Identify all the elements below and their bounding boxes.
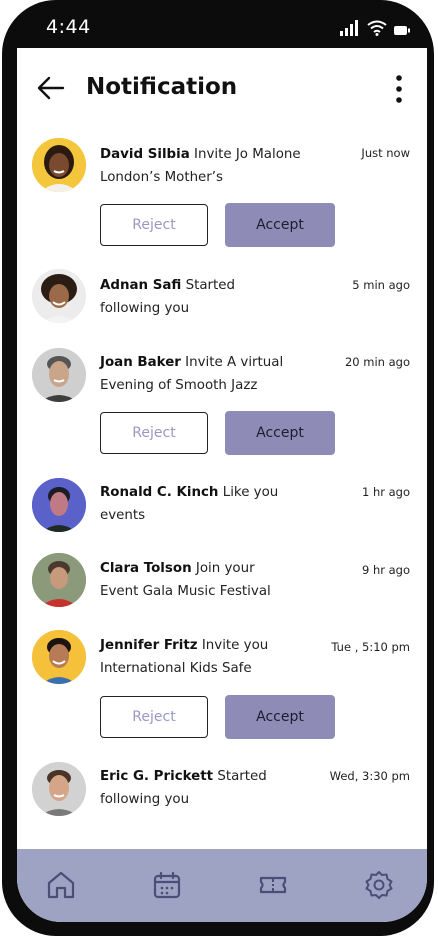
notification-text: Jennifer Fritz Invite you International … — [100, 634, 315, 680]
message-line: Started — [185, 278, 236, 293]
message-line: London’s Mother’s — [100, 170, 224, 185]
signal-icon — [340, 20, 358, 36]
calendar-icon[interactable] — [151, 869, 183, 901]
status-icons — [340, 20, 410, 36]
battery-icon — [394, 26, 410, 35]
avatar — [32, 348, 86, 402]
message-line: Invite Jo Malone — [194, 147, 301, 162]
avatar — [32, 138, 86, 192]
sender-name: Jennifer Fritz — [100, 638, 198, 653]
sender-name: Eric G. Prickett — [100, 769, 214, 784]
message-line: Started — [217, 769, 267, 784]
message-line: Evening of Smooth Jazz — [100, 378, 258, 393]
reject-button[interactable]: Reject — [100, 696, 208, 738]
notification-text: David Silbia Invite Jo Malone London’s M… — [100, 143, 315, 189]
timestamp: 20 min ago — [344, 355, 410, 369]
timestamp: Just now — [361, 146, 410, 160]
timestamp: 5 min ago — [352, 278, 410, 292]
accept-button[interactable]: Accept — [225, 411, 335, 455]
message-line: Invite A virtual — [185, 355, 284, 370]
back-arrow-icon[interactable] — [35, 72, 67, 104]
wifi-icon — [367, 20, 387, 36]
message-line: Event Gala Music Festival — [100, 584, 271, 599]
timestamp: 9 hr ago — [361, 563, 410, 577]
timestamp: Tue , 5:10 pm — [331, 640, 410, 654]
timestamp: 1 hr ago — [361, 485, 410, 499]
status-time: 4:44 — [46, 16, 91, 38]
notification-text: Eric G. Prickett Started following you — [100, 765, 315, 811]
message-line: Join your — [195, 561, 255, 576]
page-title: Notification — [86, 74, 238, 100]
ticket-icon[interactable] — [257, 869, 289, 901]
bottom-nav — [17, 849, 427, 922]
avatar — [32, 478, 86, 532]
avatar — [32, 269, 86, 323]
notification-text: Ronald C. Kinch Like you events — [100, 481, 315, 527]
notification-text: Adnan Safi Started following you — [100, 274, 315, 320]
sender-name: Adnan Safi — [100, 278, 182, 293]
settings-icon[interactable] — [363, 869, 395, 901]
phone-frame: 4:44 Notification David Silbia Invite Jo… — [2, 0, 434, 936]
reject-button[interactable]: Reject — [100, 412, 208, 454]
more-options-icon[interactable] — [391, 74, 407, 104]
screen: Notification David Silbia Invite Jo Malo… — [17, 48, 427, 922]
header: Notification — [17, 48, 427, 132]
message-line: events — [100, 508, 146, 523]
timestamp: Wed, 3:30 pm — [329, 769, 410, 783]
notification-text: Clara Tolson Join your Event Gala Music … — [100, 557, 315, 603]
notification-text: Joan Baker Invite A virtual Evening of S… — [100, 351, 315, 397]
message-line: following you — [100, 792, 190, 807]
sender-name: Clara Tolson — [100, 561, 192, 576]
reject-button[interactable]: Reject — [100, 204, 208, 246]
message-line: Like you — [222, 485, 279, 500]
message-line: following you — [100, 301, 190, 316]
sender-name: Ronald C. Kinch — [100, 485, 219, 500]
home-icon[interactable] — [45, 869, 77, 901]
avatar — [32, 553, 86, 607]
message-line: Invite you — [201, 638, 269, 653]
message-line: International Kids Safe — [100, 661, 252, 676]
avatar — [32, 762, 86, 816]
sender-name: Joan Baker — [100, 355, 181, 370]
sender-name: David Silbia — [100, 147, 190, 162]
accept-button[interactable]: Accept — [225, 695, 335, 739]
accept-button[interactable]: Accept — [225, 203, 335, 247]
status-bar: 4:44 — [2, 0, 438, 48]
avatar — [32, 630, 86, 684]
